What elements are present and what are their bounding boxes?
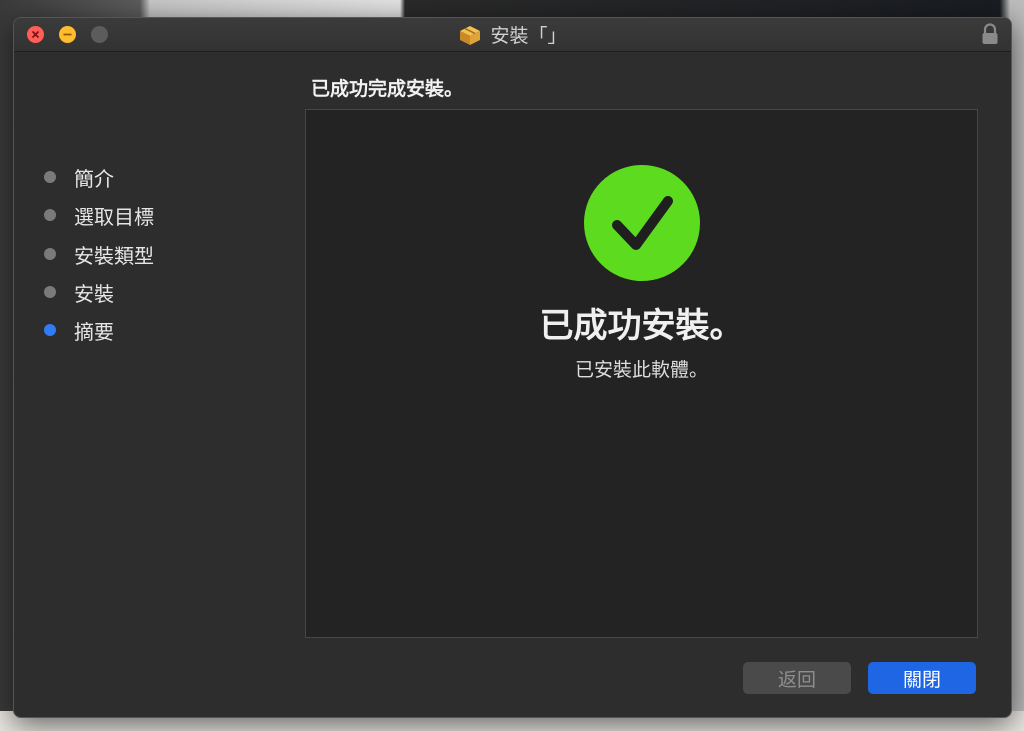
package-icon	[460, 25, 481, 45]
checkmark-circle-icon	[584, 165, 700, 281]
back-button[interactable]: 返回	[743, 662, 851, 694]
step-dot	[44, 286, 56, 298]
steps-sidebar: 簡介 選取目標 安裝類型 安裝 摘要	[14, 51, 304, 717]
content-panel: 已成功安裝。 已安裝此軟體。	[305, 109, 978, 638]
installer-window: 安裝「」 簡介 選取目標 安裝類型 安裝 摘要 已成功完成安裝。 已成功安裝。 …	[13, 17, 1012, 718]
step-installation-type: 安裝類型	[44, 240, 154, 268]
step-introduction: 簡介	[44, 163, 114, 191]
step-label: 摘要	[74, 319, 114, 344]
close-button[interactable]: 關閉	[868, 662, 976, 694]
title-bar: 安裝「」	[14, 18, 1011, 52]
step-dot	[44, 209, 56, 221]
step-select-destination: 選取目標	[44, 201, 154, 229]
step-summary: 摘要	[44, 316, 114, 344]
page-heading: 已成功完成安裝。	[311, 78, 464, 100]
step-dot	[44, 248, 56, 260]
step-label: 安裝	[74, 281, 114, 306]
step-label: 安裝類型	[74, 243, 154, 268]
step-label: 選取目標	[74, 204, 154, 229]
success-subtitle: 已安裝此軟體。	[574, 359, 708, 381]
step-installation: 安裝	[44, 278, 114, 306]
step-dot	[44, 171, 56, 183]
step-label: 簡介	[74, 166, 114, 191]
step-dot-active	[44, 324, 56, 336]
success-title: 已成功安裝。	[539, 306, 744, 346]
lock-icon	[982, 23, 998, 44]
window-title-text: 安裝「」	[490, 25, 567, 47]
window-title: 安裝「」	[14, 18, 1011, 51]
